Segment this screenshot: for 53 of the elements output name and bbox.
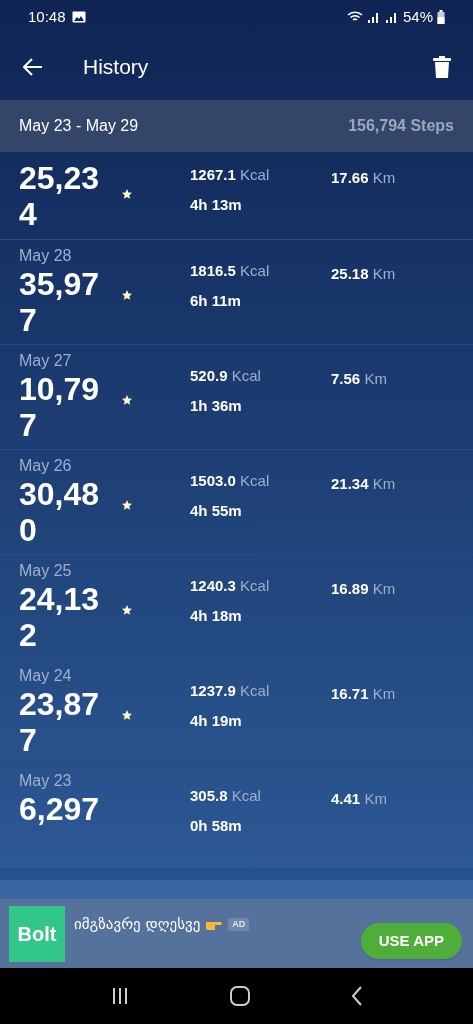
duration: 4h 19m [190,712,243,730]
ad-logo[interactable]: Bolt [9,905,65,962]
step-count: 23,877 [19,686,101,758]
distance: 16.89 Km [331,580,396,597]
signal-icon [384,11,399,23]
battery-percent: 54% [402,6,433,27]
distance: 16.71 Km [331,685,396,702]
distance: 21.34 Km [331,475,396,492]
week-total: 156,794 Steps [348,116,454,136]
ad-text: იმგზავრე დღესვე [74,914,201,935]
day-date: May 26 [19,456,73,476]
calories: 1240.3 Kcal [190,577,271,595]
step-count: 25,234 [19,160,101,232]
duration: 4h 18m [190,607,243,625]
image-icon [71,11,86,23]
calories: 1816.5 Kcal [190,262,271,280]
calories: 1503.0 Kcal [190,472,271,490]
delete-button[interactable] [433,56,451,78]
page-title: History [83,54,150,81]
duration: 1h 36m [190,397,243,415]
day-date: May 24 [19,666,73,686]
distance: 17.66 Km [331,169,396,186]
distance: 7.56 Km [331,370,387,387]
day-date: May 25 [19,561,73,581]
back-icon[interactable] [350,986,363,1006]
duration: 6h 11m [190,292,242,310]
wifi-icon [346,11,363,23]
duration: 4h 55m [190,502,243,520]
calories: 520.9 Kcal [190,367,262,385]
day-date: May 28 [19,246,73,266]
step-count: 6,297 [19,791,101,827]
week-range: May 23 - May 29 [19,116,139,136]
calories: 305.8 Kcal [190,787,262,805]
distance: 25.18 Km [331,265,396,282]
duration: 0h 58m [190,817,243,835]
step-count: 30,480 [19,476,101,548]
ad-badge: AD [228,917,250,931]
step-count: 10,797 [19,371,101,443]
clock: 10:48 [28,6,66,27]
calories: 1237.9 Kcal [190,682,271,700]
day-date: May 23 [19,771,73,791]
day-date: May 27 [19,351,73,371]
use-app-button[interactable]: USE APP [360,923,462,959]
duration: 4h 13m [190,196,243,214]
distance: 4.41 Km [331,790,387,807]
signal-icon [366,11,381,23]
calories: 1267.1 Kcal [190,166,271,184]
step-count: 35,977 [19,266,101,338]
home-icon[interactable] [229,986,250,1006]
recents-icon[interactable] [110,987,129,1005]
back-button[interactable] [22,56,44,78]
battery-icon [437,10,445,24]
step-count: 24,132 [19,581,101,653]
